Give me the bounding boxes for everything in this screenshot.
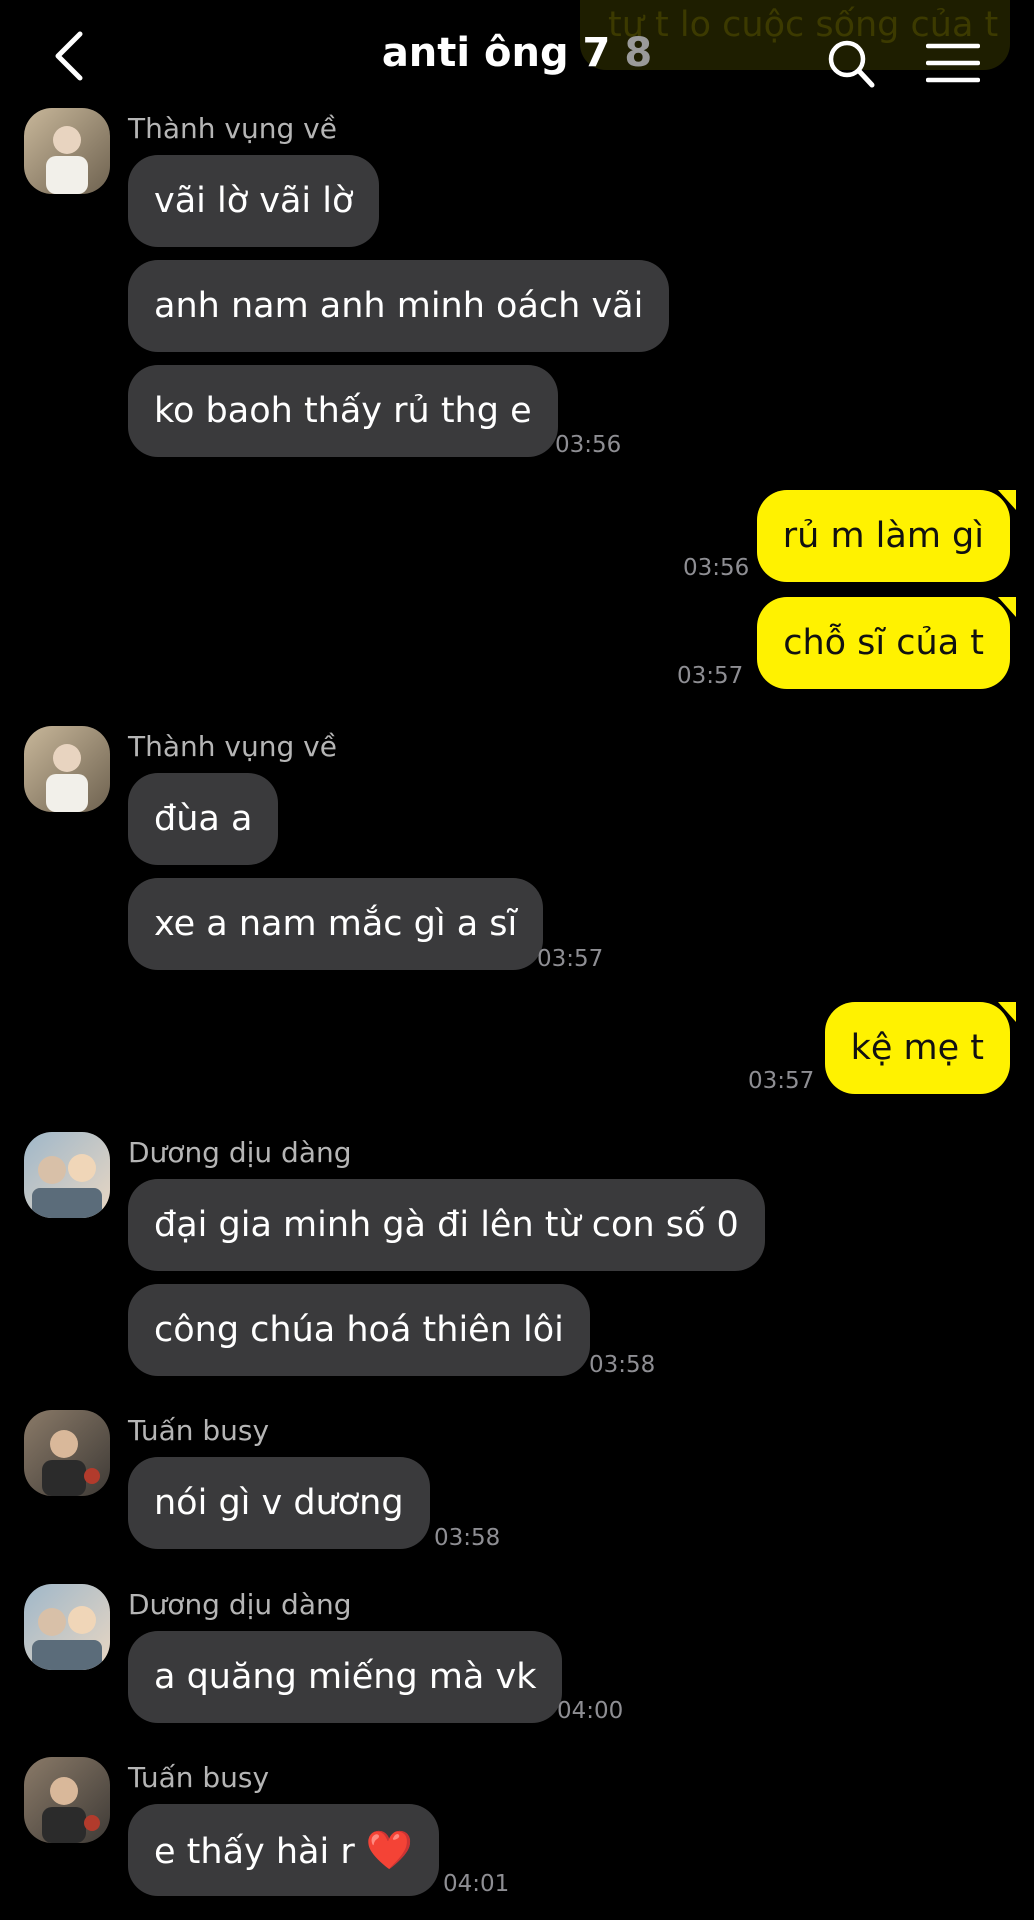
outgoing-message-bubble[interactable]: rủ m làm gì bbox=[756, 490, 1017, 582]
search-icon bbox=[828, 40, 875, 88]
chat-title: anti ông 7 8 bbox=[381, 30, 653, 76]
message-timestamp: 03:56 bbox=[555, 432, 622, 458]
sender-name: Thành vụng về bbox=[128, 730, 337, 763]
message-bubble[interactable]: a quăng miếng mà vk bbox=[128, 1631, 563, 1723]
message-timestamp: 03:58 bbox=[589, 1352, 656, 1378]
sender-name: Thành vụng về bbox=[128, 112, 337, 145]
message-bubble[interactable]: công chúa hoá thiên lôi bbox=[128, 1284, 590, 1376]
sender-name: Tuấn busy bbox=[128, 1414, 270, 1447]
avatar-thanh[interactable] bbox=[24, 726, 110, 812]
message-timestamp: 03:57 bbox=[537, 946, 604, 972]
message-bubble[interactable]: đùa a bbox=[128, 773, 279, 865]
avatar-thanh[interactable] bbox=[24, 108, 110, 194]
message-timestamp: 03:58 bbox=[434, 1525, 501, 1551]
message-timestamp: 03:56 bbox=[683, 555, 750, 581]
member-count: 8 bbox=[624, 30, 653, 76]
message-bubble[interactable]: xe a nam mắc gì a sĩ bbox=[128, 878, 544, 970]
sender-name: Tuấn busy bbox=[128, 1761, 270, 1794]
avatar-duong[interactable] bbox=[24, 1584, 110, 1670]
hamburger-menu-icon bbox=[925, 43, 981, 83]
avatar-duong[interactable] bbox=[24, 1132, 110, 1218]
message-timestamp: 03:57 bbox=[677, 663, 744, 689]
message-timestamp: 03:57 bbox=[748, 1068, 815, 1094]
outgoing-message-bubble[interactable]: kệ mẹ t bbox=[824, 1002, 1017, 1094]
message-bubble[interactable]: ko baoh thấy rủ thg e bbox=[128, 365, 558, 457]
heart-emoji-icon: ❤️ bbox=[365, 1828, 414, 1872]
sender-name: Dương dịu dàng bbox=[128, 1136, 352, 1169]
message-bubble[interactable]: anh nam anh minh oách vãi bbox=[128, 260, 670, 352]
search-button[interactable] bbox=[826, 38, 876, 90]
message-bubble[interactable]: đại gia minh gà đi lên từ con số 0 bbox=[128, 1179, 765, 1271]
sender-name: Dương dịu dàng bbox=[128, 1588, 352, 1621]
message-bubble[interactable]: e thấy hài r ❤️ bbox=[128, 1804, 440, 1896]
message-text: e thấy hài r bbox=[154, 1832, 355, 1872]
message-timestamp: 04:00 bbox=[557, 1698, 624, 1724]
avatar-tuan[interactable] bbox=[24, 1410, 110, 1496]
menu-button[interactable] bbox=[925, 42, 981, 84]
avatar-tuan[interactable] bbox=[24, 1757, 110, 1843]
message-timestamp: 04:01 bbox=[443, 1871, 510, 1897]
message-bubble[interactable]: vãi lờ vãi lờ bbox=[128, 155, 380, 247]
outgoing-message-bubble[interactable]: chỗ sĩ của t bbox=[757, 597, 1016, 689]
message-bubble[interactable]: nói gì v dương bbox=[128, 1457, 430, 1549]
